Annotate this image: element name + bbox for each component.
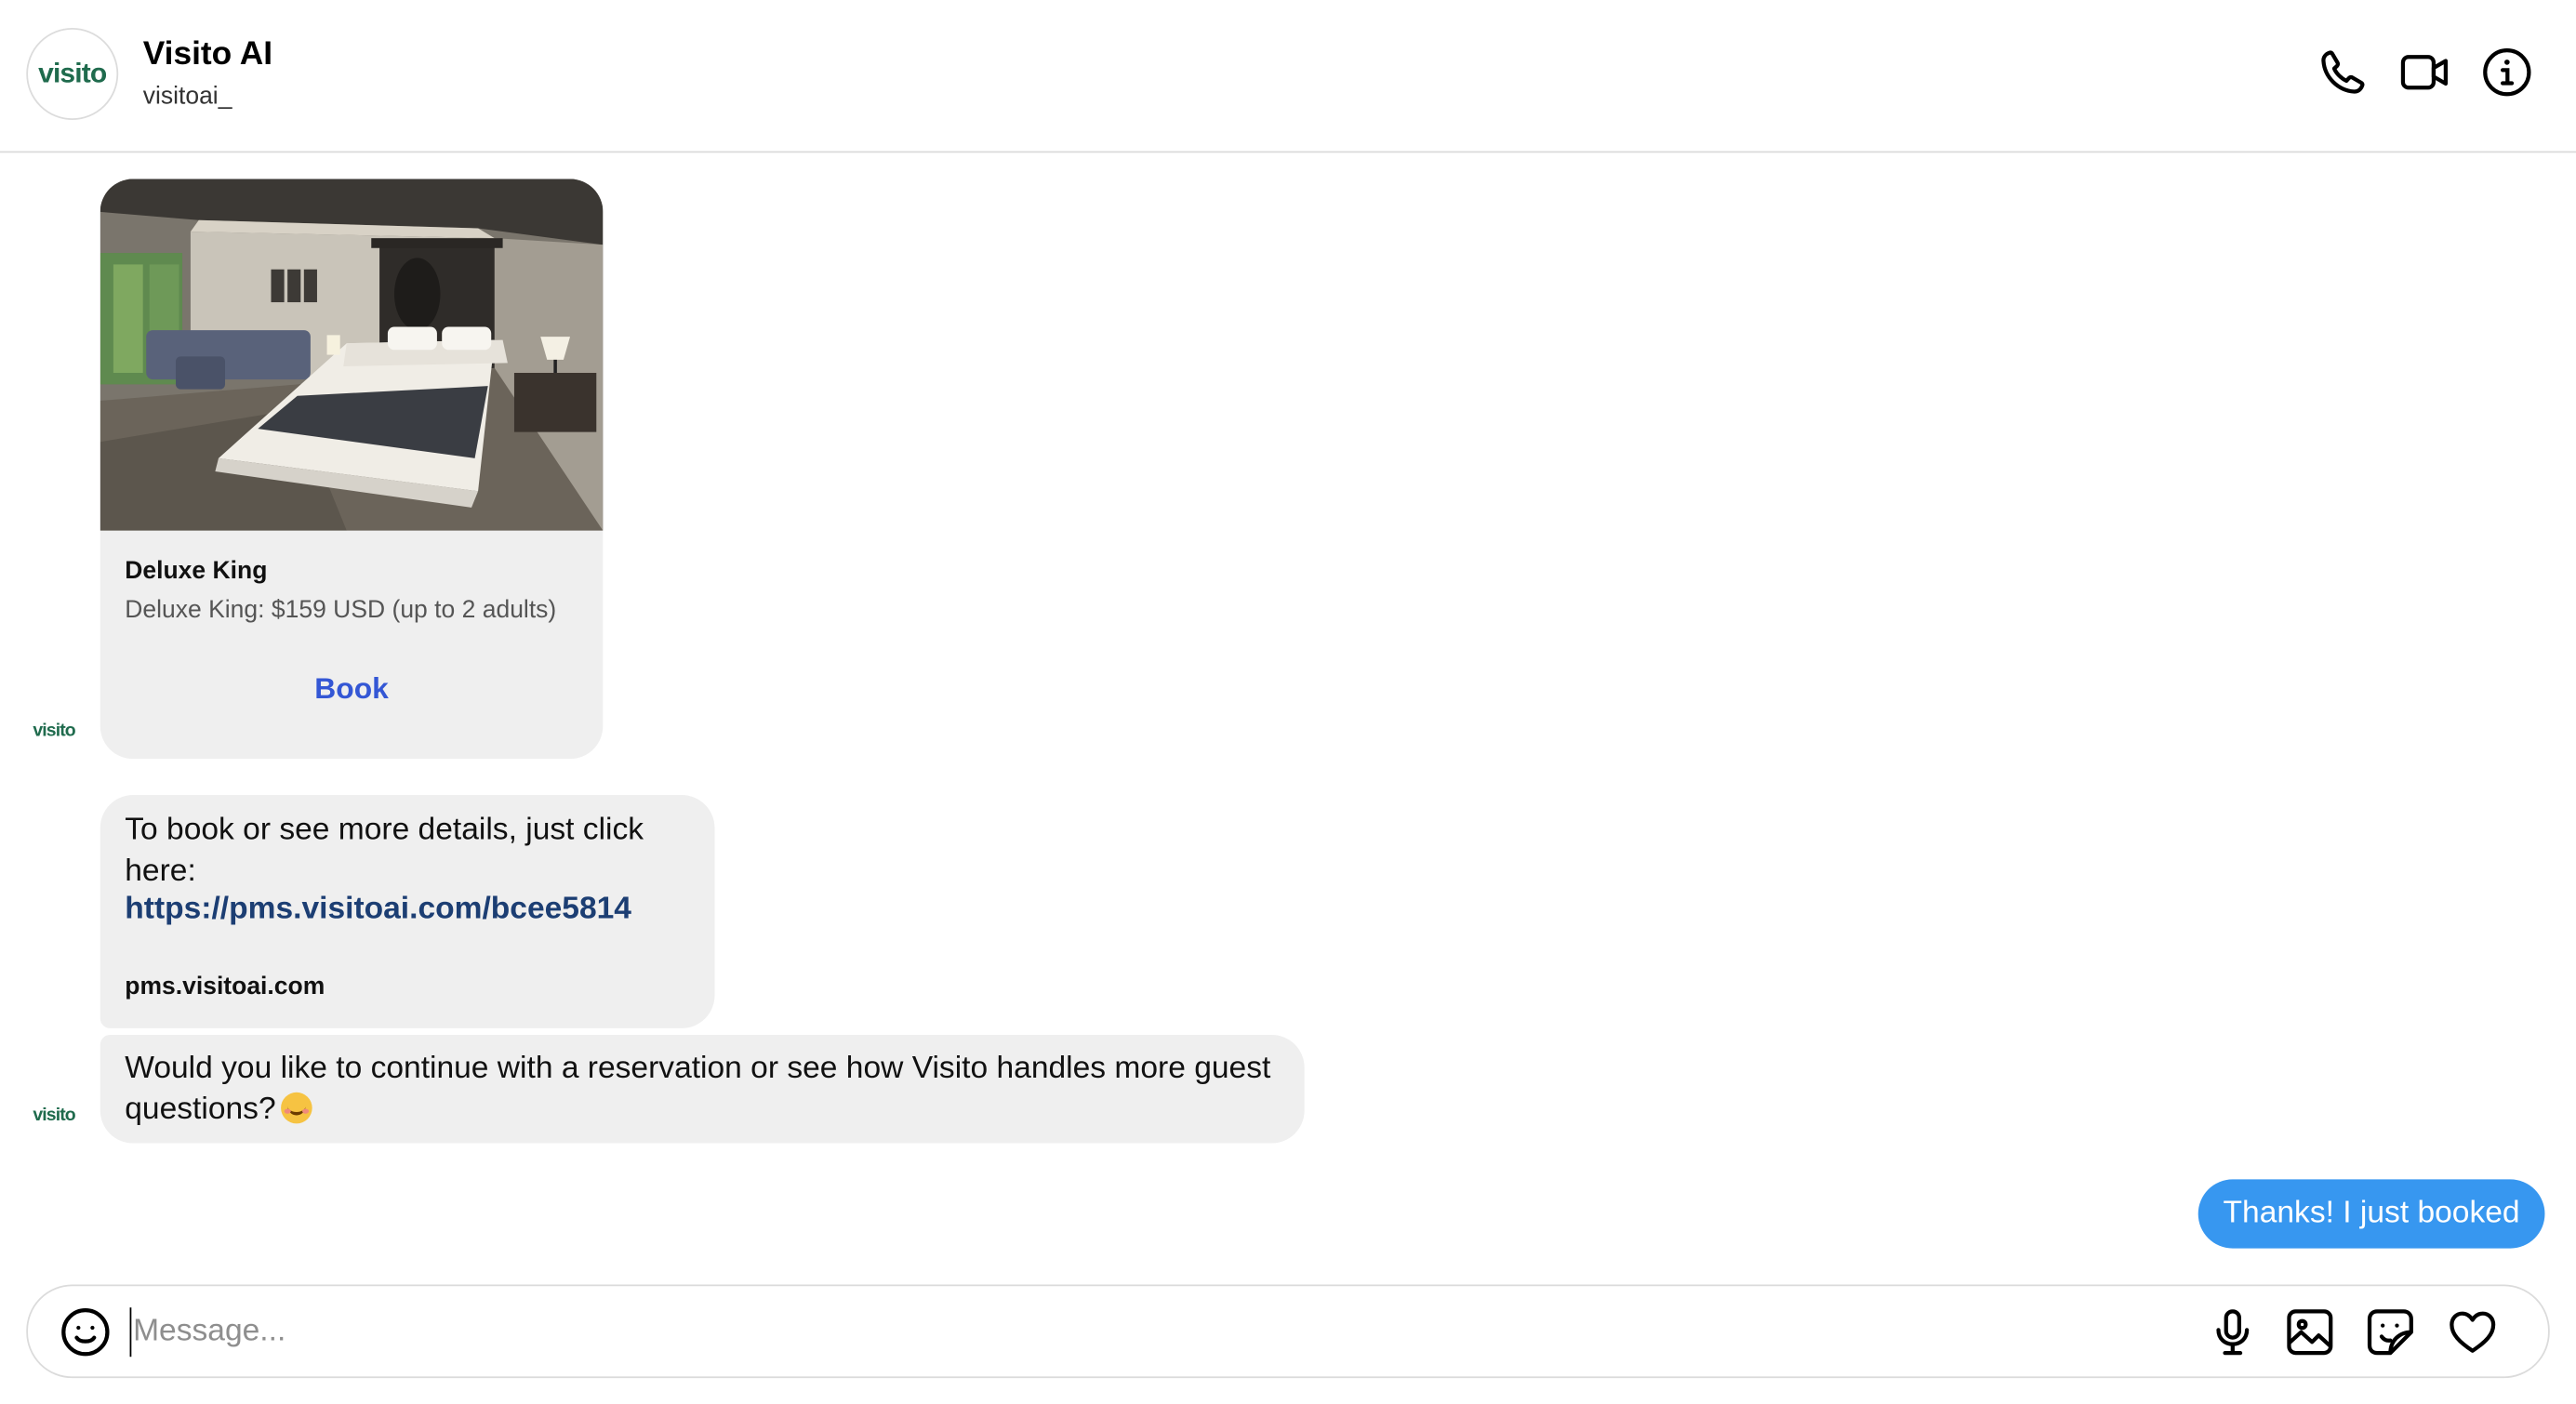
message-bubble-question: Would you like to continue with a reserv… bbox=[100, 1034, 1305, 1144]
room-photo[interactable] bbox=[100, 179, 604, 531]
smiling-face-emoji-icon bbox=[280, 1092, 312, 1124]
video-camera-icon[interactable] bbox=[2398, 46, 2451, 99]
contact-name[interactable]: Visito AI bbox=[143, 36, 272, 74]
room-price: Deluxe King: $159 USD (up to 2 adults) bbox=[125, 596, 557, 625]
message-text: To book or see more details, just click … bbox=[125, 813, 644, 889]
book-button[interactable]: Book bbox=[100, 672, 604, 707]
message-bubble-link: To book or see more details, just click … bbox=[100, 795, 715, 1028]
visito-logo: visito bbox=[38, 57, 107, 89]
contact-avatar[interactable]: visito bbox=[26, 28, 119, 120]
visito-logo: visito bbox=[33, 721, 75, 741]
image-icon[interactable] bbox=[2284, 1305, 2337, 1358]
info-icon[interactable] bbox=[2481, 46, 2534, 99]
phone-icon[interactable] bbox=[2317, 46, 2370, 99]
emoji-icon[interactable] bbox=[60, 1305, 113, 1358]
message-composer bbox=[26, 1284, 2550, 1379]
visito-logo: visito bbox=[33, 1105, 75, 1126]
room-title: Deluxe King bbox=[125, 556, 268, 585]
link-preview-domain[interactable]: pms.visitoai.com bbox=[125, 973, 325, 1000]
chat-header: visito Visito AI visitoai_ bbox=[0, 0, 2576, 153]
hotel-bedroom-image bbox=[100, 179, 604, 531]
chat-window: visito Visito AI visitoai_ visito Deluxe… bbox=[0, 0, 2576, 1404]
message-text: Would you like to continue with a reserv… bbox=[125, 1048, 1275, 1130]
message-input[interactable] bbox=[129, 1307, 2168, 1358]
sender-avatar[interactable]: visito bbox=[33, 720, 82, 743]
room-card: Deluxe King Deluxe King: $159 USD (up to… bbox=[100, 179, 604, 760]
sent-message-bubble: Thanks! I just booked bbox=[2198, 1179, 2545, 1249]
booking-link[interactable]: https://pms.visitoai.com/bcee5814 bbox=[125, 892, 631, 928]
sender-avatar[interactable]: visito bbox=[33, 1104, 82, 1127]
microphone-icon[interactable] bbox=[2207, 1305, 2260, 1358]
heart-icon[interactable] bbox=[2446, 1305, 2499, 1358]
sticker-icon[interactable] bbox=[2364, 1305, 2417, 1358]
contact-handle: visitoai_ bbox=[142, 82, 232, 111]
